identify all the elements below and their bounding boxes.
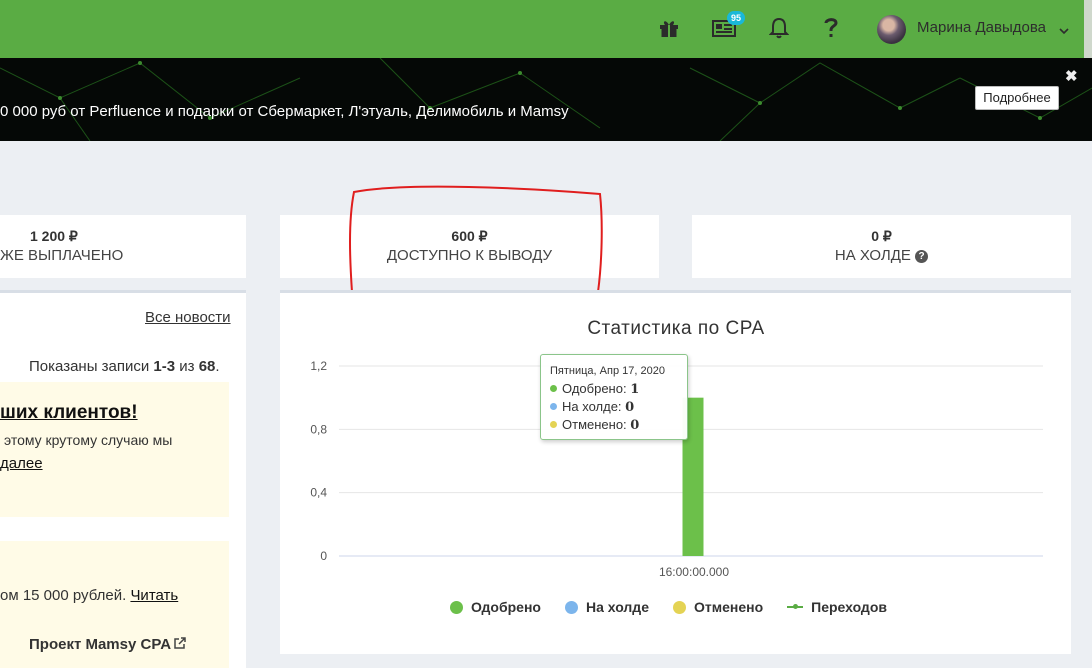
news-text: этому крутому случаю мы: [4, 432, 173, 448]
legend-dot-icon: [450, 600, 463, 614]
chart-tooltip: Пятница, Апр 17, 2020 Одобрено: 1 На хол…: [540, 354, 688, 440]
network-background-graphic: [0, 58, 1092, 141]
top-bar: 95 Марина Давыдова: [0, 0, 1092, 58]
y-tick-label: 0,4: [310, 486, 327, 500]
legend-item-hold[interactable]: На холде: [564, 599, 649, 615]
tooltip-value: 0: [625, 400, 635, 415]
y-tick-label: 1,2: [310, 359, 327, 373]
cpa-chart-panel: Статистика по CPA 0 0,4 0,8 1,2 16:00:00.00…: [280, 290, 1071, 654]
scrollbar[interactable]: [1084, 0, 1092, 58]
legend-label: Одобрено: [471, 599, 541, 615]
legend-item-clicks[interactable]: Переходов: [787, 599, 887, 615]
tooltip-value: 1: [630, 382, 640, 397]
hold-label-wrap: НА ХОЛДЕ ?: [692, 247, 1071, 264]
project-link[interactable]: Проект Mamsy CPA: [29, 636, 186, 654]
list-item: ом 15 000 рублей. Читать Проект Mamsy CP…: [0, 541, 229, 668]
tooltip-date: Пятница, Апр 17, 2020: [550, 365, 665, 377]
read-link[interactable]: Читать: [130, 587, 178, 604]
legend-line-icon: [787, 604, 804, 609]
details-button[interactable]: Подробнее: [975, 86, 1059, 110]
chart-legend: Одобрено На холде Отменено Переходов: [450, 599, 911, 615]
tooltip-value: 0: [630, 418, 640, 433]
paid-label: ЖЕ ВЫПЛАЧЕНО: [0, 247, 124, 264]
hold-dot-icon: [550, 403, 557, 410]
banner-text: 0 000 руб от Perfluence и подарки от Сбе…: [0, 103, 569, 120]
news-text: ом 15 000 рублей. Читать: [0, 587, 178, 604]
hold-amount: 0 ₽: [871, 228, 892, 244]
tooltip-label: На холде:: [562, 399, 626, 414]
tooltip-row-approved: Одобрено: 1: [550, 380, 679, 398]
shown-suffix: .: [215, 358, 220, 375]
news-title-link[interactable]: ших клиентов!: [0, 402, 138, 424]
tooltip-label: Отменено:: [562, 417, 631, 432]
all-news-link[interactable]: Все новости: [145, 309, 231, 326]
shown-prefix: Показаны записи: [29, 358, 154, 375]
legend-item-cancelled[interactable]: Отменено: [672, 599, 764, 615]
chart-title: Статистика по CPA: [587, 318, 764, 339]
shown-of: из: [175, 358, 199, 375]
news-badge: 95: [727, 11, 745, 25]
shown-total: 68: [198, 358, 216, 375]
legend-label: Переходов: [811, 599, 887, 615]
approved-dot-icon: [550, 385, 557, 392]
news-panel: Все новости Показаны записи 1-3 из 68. ш…: [0, 290, 246, 668]
avatar[interactable]: [877, 15, 906, 44]
legend-label: Отменено: [693, 599, 764, 615]
tooltip-row-cancelled: Отменено: 0: [550, 416, 679, 434]
tooltip-label: Одобрено:: [562, 381, 631, 396]
external-link-icon: [173, 637, 186, 654]
paid-amount: 1 200 ₽: [30, 228, 78, 244]
x-tick-label: 16:00:00.000: [659, 565, 729, 579]
gift-icon[interactable]: [657, 14, 681, 42]
available-amount: 600 ₽: [451, 228, 488, 244]
y-tick-label: 0: [320, 549, 327, 563]
promo-banner: 0 000 руб от Perfluence и подарки от Сбе…: [0, 58, 1092, 141]
bell-icon[interactable]: [767, 14, 791, 42]
cancelled-dot-icon: [550, 421, 557, 428]
hold-card: 0 ₽ НА ХОЛДЕ ?: [692, 215, 1071, 278]
tooltip-row-hold: На холде: 0: [550, 398, 679, 416]
hold-label: НА ХОЛДЕ: [834, 247, 911, 264]
records-counter: Показаны записи 1-3 из 68.: [29, 358, 220, 375]
list-item: ших клиентов! этому крутому случаю мы да…: [0, 382, 229, 517]
legend-label: На холде: [585, 599, 649, 615]
available-card: 600 ₽ ДОСТУПНО К ВЫВОДУ: [280, 215, 659, 278]
project-name[interactable]: Проект Mamsy CPA: [29, 636, 171, 653]
chevron-down-icon[interactable]: [1059, 22, 1069, 40]
help-icon[interactable]: ?: [915, 250, 929, 263]
y-tick-label: 0,8: [310, 422, 327, 436]
read-more-link[interactable]: далее: [0, 455, 43, 472]
available-label: ДОСТУПНО К ВЫВОДУ: [386, 247, 553, 264]
legend-dot-icon: [672, 600, 686, 614]
paid-card: 1 200 ₽ ЖЕ ВЫПЛАЧЕНО: [0, 215, 246, 278]
user-name[interactable]: Марина Давыдова: [917, 19, 1046, 36]
close-icon[interactable]: ✖: [1065, 67, 1078, 85]
help-icon[interactable]: [819, 14, 843, 42]
legend-dot-icon: [564, 600, 578, 614]
news-text-body: ом 15 000 рублей.: [0, 587, 131, 604]
shown-range: 1-3: [153, 358, 176, 375]
legend-item-approved[interactable]: Одобрено: [450, 599, 541, 615]
